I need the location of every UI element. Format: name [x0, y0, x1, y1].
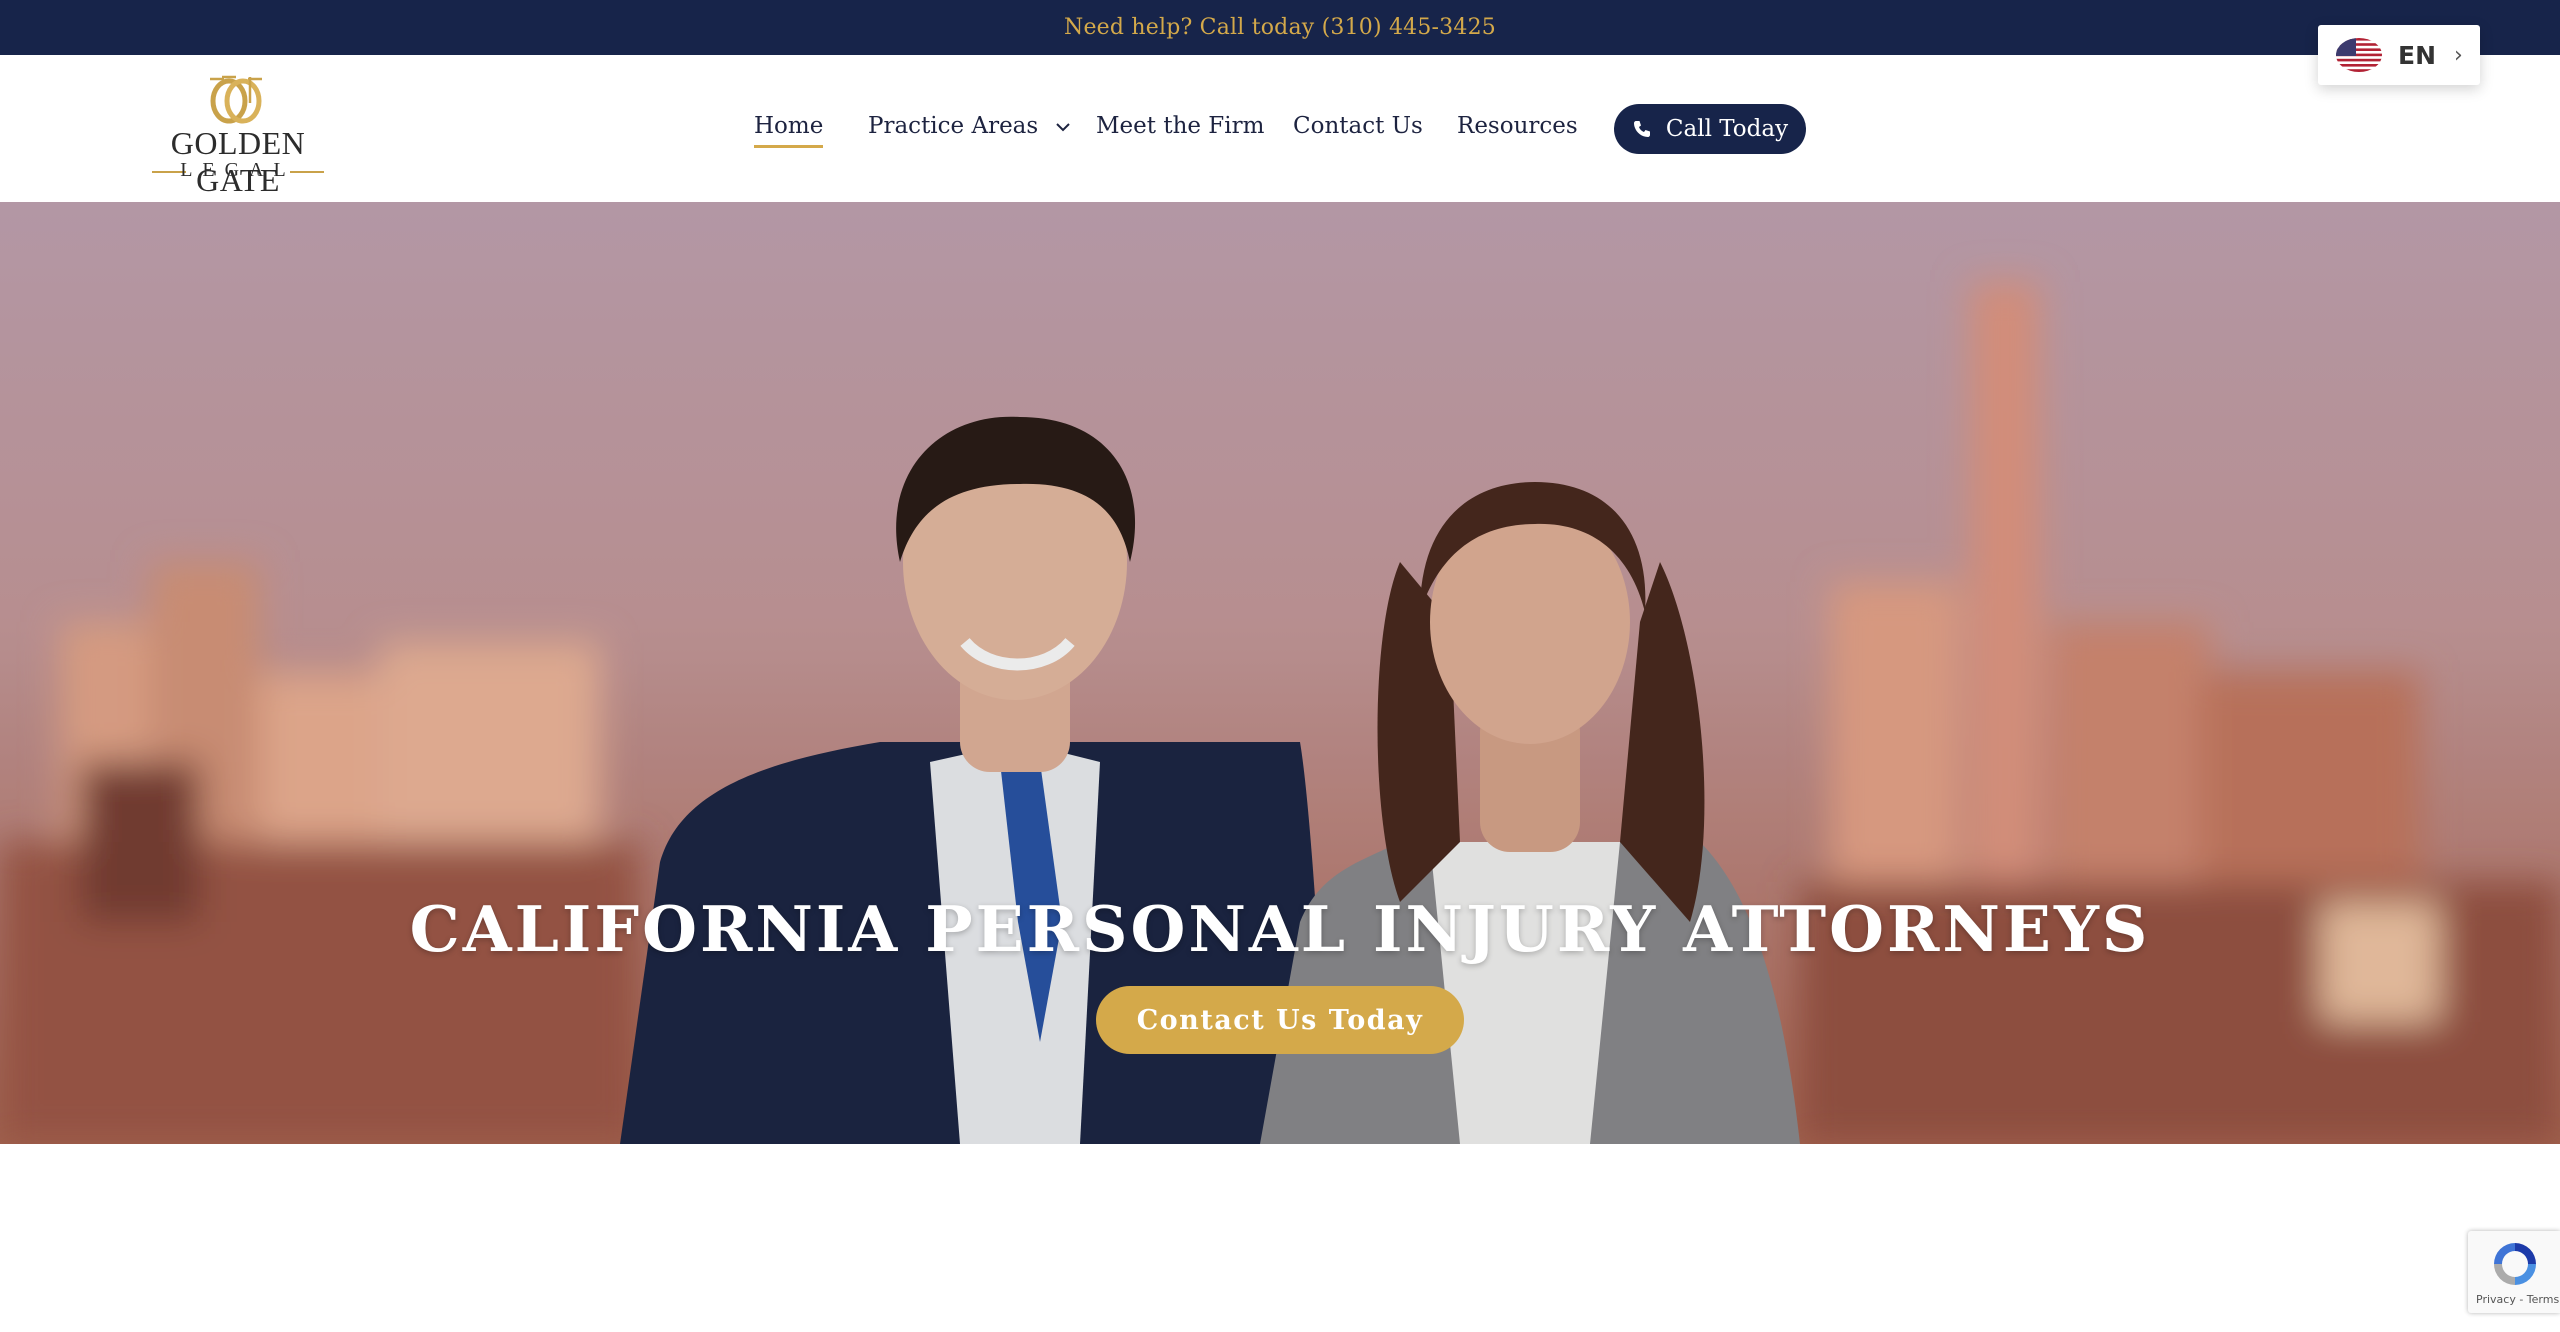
- call-today-button[interactable]: Call Today: [1614, 104, 1806, 154]
- nav-home[interactable]: Home: [754, 113, 824, 148]
- hero-title: CALIFORNIA PERSONAL INJURY ATTORNEYS: [409, 892, 2151, 966]
- nav-contact-us[interactable]: Contact Us: [1293, 113, 1423, 139]
- language-switcher[interactable]: EN ›: [2318, 25, 2480, 85]
- nav-resources[interactable]: Resources: [1457, 113, 1578, 139]
- chevron-down-icon: [1055, 123, 1070, 132]
- recaptcha-icon: [2494, 1243, 2536, 1285]
- hero-section: CALIFORNIA PERSONAL INJURY ATTORNEYS Con…: [0, 202, 2560, 1144]
- language-code: EN: [2398, 40, 2437, 70]
- nav-meet-the-firm[interactable]: Meet the Firm: [1096, 113, 1264, 139]
- call-today-label: Call Today: [1665, 116, 1789, 142]
- contact-us-today-button[interactable]: Contact Us Today: [1096, 986, 1464, 1054]
- recaptcha-links[interactable]: Privacy - Terms: [2476, 1293, 2559, 1306]
- help-phone-link[interactable]: Need help? Call today (310) 445-3425: [1064, 15, 1496, 40]
- recaptcha-badge[interactable]: Privacy - Terms: [2468, 1231, 2560, 1313]
- us-flag-icon: [2336, 38, 2382, 72]
- top-help-bar: Need help? Call today (310) 445-3425: [0, 0, 2560, 55]
- main-nav: Home Practice Areas Meet the Firm Contac…: [0, 55, 2560, 202]
- nav-practice-areas[interactable]: Practice Areas: [868, 113, 1070, 139]
- phone-icon: [1632, 119, 1652, 139]
- site-header: GOLDEN GATE LEGAL Home Practice Areas Me…: [0, 55, 2560, 202]
- chevron-right-icon: ›: [2454, 42, 2463, 68]
- nav-practice-areas-label: Practice Areas: [868, 113, 1039, 139]
